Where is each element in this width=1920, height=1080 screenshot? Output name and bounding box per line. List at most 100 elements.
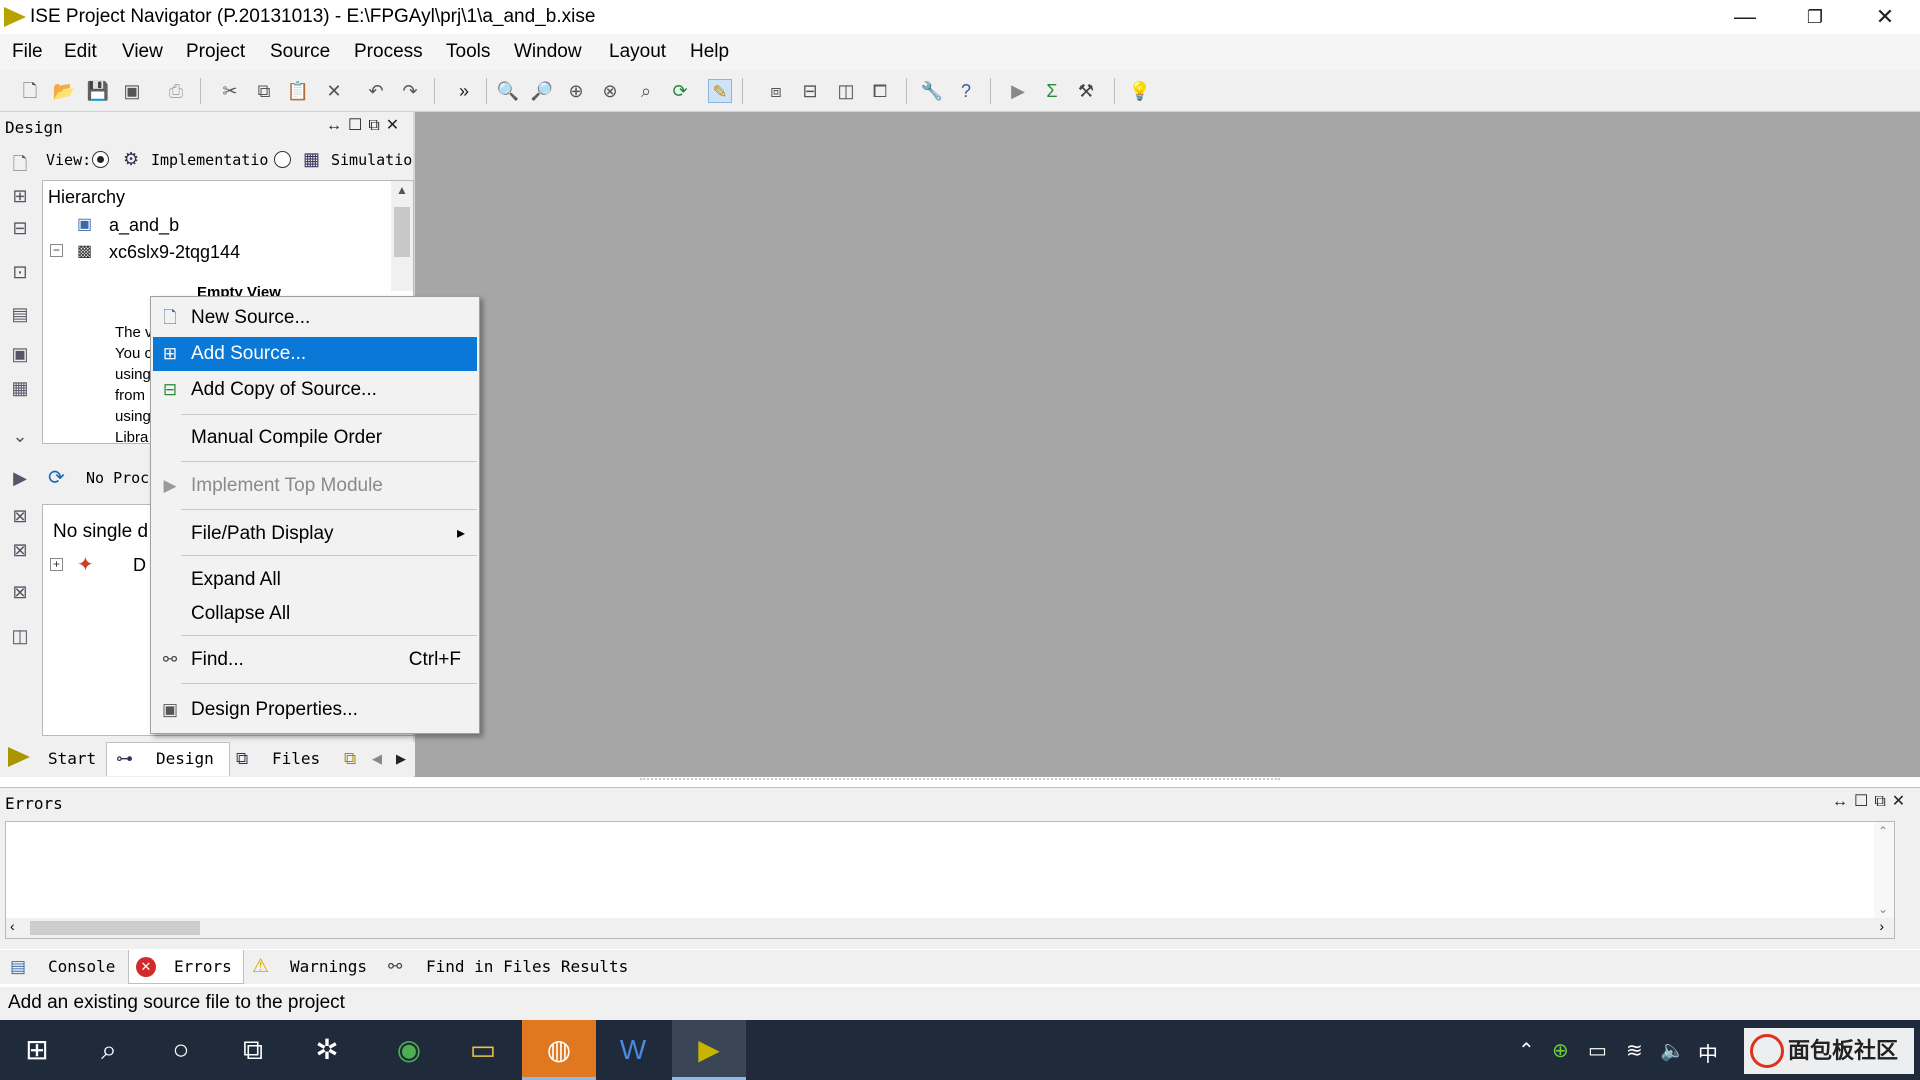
menu-item-file-path-display[interactable]: File/Path Display ▸ [153,517,477,551]
save-all-icon[interactable]: ▣ [120,79,144,103]
tree-item-device[interactable]: xc6slx9-2tqg144 [109,242,240,263]
zoom-fit-icon[interactable]: ⊕ [564,79,588,103]
search-icon[interactable]: ⌕ [72,1020,146,1080]
wifi-icon[interactable]: ≋ [1626,1038,1643,1063]
sigma-icon[interactable]: Σ [1040,79,1064,103]
print-icon[interactable]: ⎙ [164,79,188,103]
menu-project[interactable]: Project [186,34,245,63]
undo-icon[interactable]: ↶ [364,79,388,103]
add-copy-side-icon[interactable]: ⊟ [8,216,32,240]
menu-view[interactable]: View [122,34,163,63]
wechat-icon[interactable]: ◍ [522,1020,596,1080]
menu-item-add-source[interactable]: ⊞ Add Source... [153,337,477,371]
refresh-processes-icon[interactable]: ⟳ [48,465,65,490]
ise-taskbar-icon[interactable]: ▶ [672,1020,746,1080]
menu-item-design-properties[interactable]: ▣ Design Properties... [153,693,477,727]
file-explorer-icon[interactable]: ▭ [446,1020,520,1080]
zoom-out-icon[interactable]: 🔎 [530,79,554,103]
zoom-in-icon[interactable]: 🔍 [496,79,520,103]
menu-help[interactable]: Help [690,34,729,63]
copy-icon[interactable]: ⧉ [252,79,276,103]
layout-side-icon[interactable]: ◫ [8,624,32,648]
tab-console[interactable]: Console [48,950,115,984]
overflow-chevron-icon[interactable]: » [452,79,476,103]
pinwheel-app-icon[interactable]: ✲ [290,1020,364,1080]
simulation-radio[interactable] [274,151,291,168]
hierarchy-side-icon[interactable]: ⊡ [8,260,32,284]
scroll-up-icon[interactable]: ⌃ [1878,824,1888,838]
redo-icon[interactable]: ↷ [398,79,422,103]
tree-scrollbar[interactable]: ▲ [391,181,413,291]
delete-icon[interactable]: ✕ [322,79,346,103]
windows-start-icon[interactable]: ⊞ [0,1020,74,1080]
menu-item-manual-compile-order[interactable]: Manual Compile Order [153,421,477,455]
process-item-partial[interactable]: D [133,555,146,576]
tab-scroll-left-icon[interactable]: ◀ [372,742,382,776]
hscroll-thumb[interactable] [30,921,200,935]
cortana-icon[interactable]: ○ [144,1020,218,1080]
expand-more-icon[interactable]: ⌄ [8,424,32,448]
tray-chevron-icon[interactable]: ⌃ [1518,1038,1535,1063]
tab-errors[interactable]: Errors [174,950,232,984]
menu-item-add-copy-of-source[interactable]: ⊟ Add Copy of Source... [153,373,477,407]
scroll-up-icon[interactable]: ▲ [396,183,408,197]
run-process-side-icon[interactable]: ▶ [8,466,32,490]
refresh-icon[interactable]: ⟳ [668,79,692,103]
menu-item-find[interactable]: ⚯ Find... Ctrl+F [153,643,477,677]
new-source-side-icon[interactable]: 🗋 [8,152,32,176]
tab-find-in-files[interactable]: Find in Files Results [426,950,628,984]
word-icon[interactable]: W [596,1020,670,1080]
implementation-radio[interactable] [92,151,109,168]
tab-design[interactable]: Design [156,742,214,776]
task-view-icon[interactable]: ⧉ [216,1020,290,1080]
wrench-icon[interactable]: 🔧 [920,79,944,103]
tab-warnings[interactable]: Warnings [290,950,367,984]
open-folder-icon[interactable]: 📂 [52,79,76,103]
menu-file[interactable]: File [12,34,43,63]
errors-panel-controls[interactable]: ↔☐⧉✕ [1832,791,1911,811]
window-split-icon[interactable]: ⧠ [868,79,892,103]
menu-item-expand-all[interactable]: Expand All [153,563,477,597]
chrome-icon[interactable]: ◉ [372,1020,446,1080]
menu-item-new-source[interactable]: 🗋 New Source... [153,301,477,335]
errors-hscrollbar[interactable]: ‹ › [6,918,1894,938]
save-icon[interactable]: 💾 [86,79,110,103]
restore-button[interactable]: ❐ [1780,0,1850,34]
errors-vscrollbar[interactable]: ⌃ ⌄ [1874,822,1894,922]
volume-icon[interactable]: 🔈 [1660,1038,1685,1063]
close-button[interactable]: ✕ [1850,0,1920,34]
process-tool-icon-2[interactable]: ⊠ [8,538,32,562]
scroll-down-icon[interactable]: ⌄ [1878,902,1888,916]
menu-tools[interactable]: Tools [446,34,490,63]
context-help-icon[interactable]: ? [954,79,978,103]
new-file-icon[interactable]: 🗋 [18,79,42,103]
paste-icon[interactable]: 📋 [286,79,310,103]
tab-files[interactable]: Files [272,742,320,776]
process-tool-icon-3[interactable]: ⊠ [8,580,32,604]
probe-icon[interactable]: ⚒ [1074,79,1098,103]
add-source-side-icon[interactable]: ⊞ [8,184,32,208]
tile-horizontal-icon[interactable]: ⊟ [798,79,822,103]
scroll-right-icon[interactable]: › [1879,918,1884,934]
menu-item-collapse-all[interactable]: Collapse All [153,597,477,631]
run-icon[interactable]: ▶ [1006,79,1030,103]
scroll-left-icon[interactable]: ‹ [10,918,15,934]
cascade-windows-icon[interactable]: ⧈ [764,79,788,103]
battery-icon[interactable]: ▭ [1588,1038,1607,1063]
tree-item-project[interactable]: a_and_b [109,215,179,236]
lightbulb-icon[interactable]: 💡 [1128,79,1152,103]
properties-side-icon[interactable]: ▤ [8,302,32,326]
cut-icon[interactable]: ✂ [218,79,242,103]
minimize-button[interactable]: — [1710,0,1780,34]
tab-scroll-right-icon[interactable]: ▶ [396,742,406,776]
menu-process[interactable]: Process [354,34,423,63]
tray-green-icon[interactable]: ⊕ [1552,1038,1569,1063]
report-side-icon[interactable]: ▦ [8,376,32,400]
expand-toggle-icon[interactable]: + [50,558,63,571]
menu-window[interactable]: Window [514,34,582,63]
menu-edit[interactable]: Edit [64,34,97,63]
zoom-select-icon[interactable]: ⌕ [634,79,658,103]
zoom-full-icon[interactable]: ⊗ [598,79,622,103]
splitter-grip[interactable] [640,778,1280,781]
tab-start[interactable]: Start [48,742,96,776]
